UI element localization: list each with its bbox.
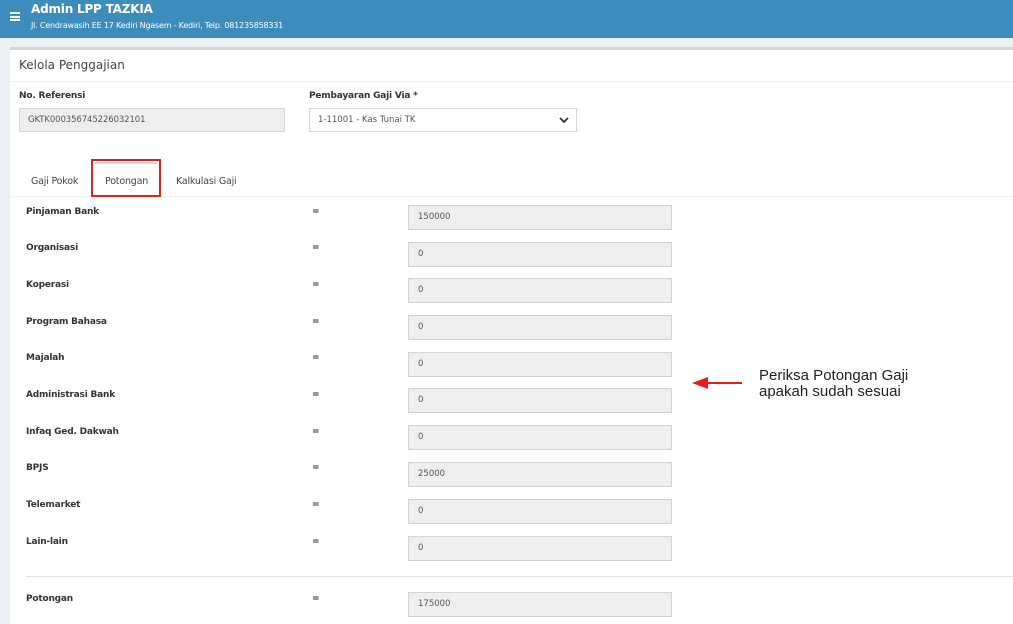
infaq-ged-dakwah-field[interactable]: 0 <box>408 425 672 450</box>
no-referensi-label: No. Referensi <box>19 91 86 101</box>
annotation-line-2: apakah sudah sesuai <box>759 383 901 400</box>
total-separator <box>26 576 1013 577</box>
box-header-divider <box>10 81 1013 82</box>
bpjs-field[interactable]: 25000 <box>408 462 672 487</box>
koperasi-field[interactable]: 0 <box>408 278 672 303</box>
row-equals: = <box>312 463 320 473</box>
row-label-koperasi: Koperasi <box>26 280 69 290</box>
row-label-infaq-ged-dakwah: Infaq Ged. Dakwah <box>26 427 119 437</box>
row-label-organisasi: Organisasi <box>26 243 78 253</box>
row-equals: = <box>312 207 320 217</box>
row-label-bpjs: BPJS <box>26 463 49 473</box>
row-equals: = <box>312 317 320 327</box>
row-equals: = <box>312 500 320 510</box>
annotation-note: Periksa Potongan Gaji apakah sudah sesua… <box>759 368 908 400</box>
pembayaran-selected-value: 1-11001 - Kas Tunai TK <box>318 115 416 125</box>
row-equals: = <box>312 427 320 437</box>
row-label-lain-lain: Lain-lain <box>26 537 68 547</box>
tab-potongan[interactable]: Potongan <box>105 176 148 187</box>
page-title: Kelola Penggajian <box>19 58 125 72</box>
row-equals: = <box>312 390 320 400</box>
pinjaman-bank-field[interactable]: 150000 <box>408 205 672 230</box>
row-label-telemarket: Telemarket <box>26 500 81 510</box>
chevron-down-icon <box>559 117 569 124</box>
row-label-total-potongan: Potongan <box>26 594 73 604</box>
majalah-field[interactable]: 0 <box>408 352 672 377</box>
row-label-pinjaman-bank: Pinjaman Bank <box>26 207 99 217</box>
row-equals: = <box>312 537 320 547</box>
tab-kalkulasi-gaji[interactable]: Kalkulasi Gaji <box>176 176 237 187</box>
pembayaran-label: Pembayaran Gaji Via * <box>309 91 418 101</box>
program-bahasa-field[interactable]: 0 <box>408 315 672 340</box>
row-equals: = <box>312 280 320 290</box>
row-equals: = <box>312 594 320 604</box>
organisasi-field[interactable]: 0 <box>408 242 672 267</box>
annotation-line-1: Periksa Potongan Gaji <box>759 367 909 384</box>
row-label-program-bahasa: Program Bahasa <box>26 317 107 327</box>
no-referensi-field[interactable]: GKTK000356745226032101 <box>19 108 285 132</box>
lain-lain-field[interactable]: 0 <box>408 536 672 561</box>
administrasi-bank-field[interactable]: 0 <box>408 388 672 413</box>
row-equals: = <box>312 243 320 253</box>
tab-potongan-topline <box>95 162 157 164</box>
row-label-administrasi-bank: Administrasi Bank <box>26 390 116 400</box>
hamburger-menu-icon[interactable] <box>10 12 20 21</box>
total-potongan-field[interactable]: 175000 <box>408 592 672 617</box>
annotation-arrow-icon <box>692 377 742 389</box>
row-label-majalah: Majalah <box>26 353 65 363</box>
app-address: Jl. Cendrawasih EE 17 Kediri Ngasem - Ke… <box>31 21 284 30</box>
telemarket-field[interactable]: 0 <box>408 499 672 524</box>
pembayaran-select[interactable]: 1-11001 - Kas Tunai TK <box>309 108 577 132</box>
tab-gaji-pokok[interactable]: Gaji Pokok <box>31 176 78 187</box>
top-header: Admin LPP TAZKIA Jl. Cendrawasih EE 17 K… <box>0 0 1013 38</box>
row-equals: = <box>312 353 320 363</box>
app-title: Admin LPP TAZKIA <box>31 2 153 16</box>
